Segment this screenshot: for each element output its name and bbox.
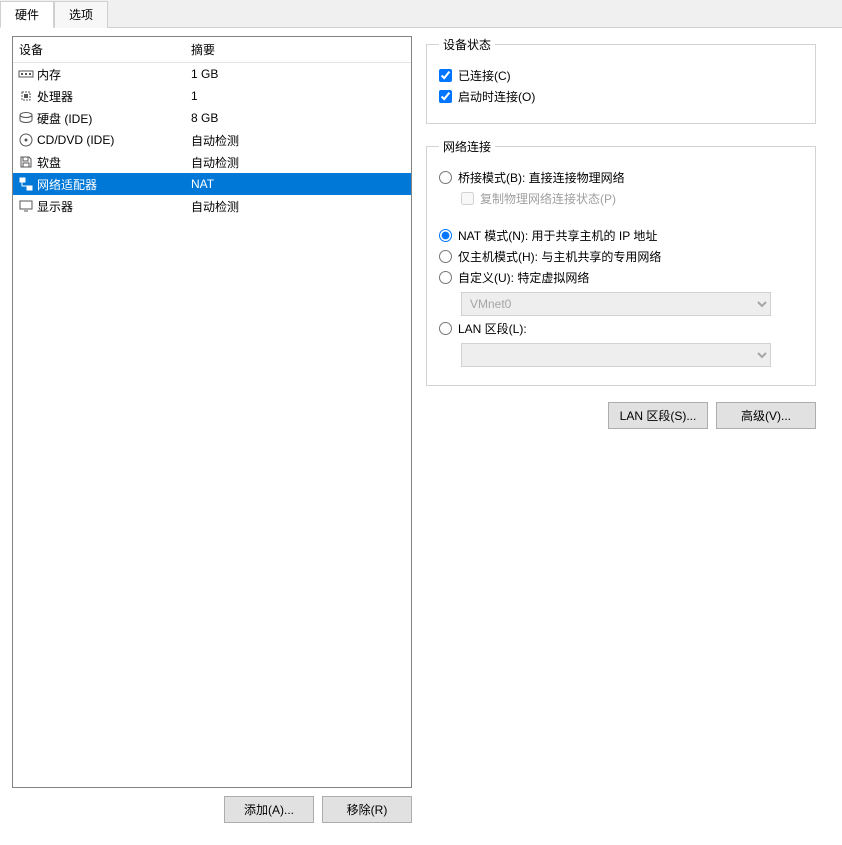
header-device[interactable]: 设备 (13, 37, 185, 62)
lanseg-select (461, 343, 771, 367)
add-button[interactable]: 添加(A)... (224, 796, 314, 823)
left-button-row: 添加(A)... 移除(R) (12, 796, 412, 823)
hw-label: 内存 (35, 66, 187, 83)
lanseg-radio-row[interactable]: LAN 区段(L): (439, 320, 803, 337)
cpu-icon (17, 88, 35, 104)
custom-radio-row[interactable]: 自定义(U): 特定虚拟网络 (439, 269, 803, 286)
monitor-icon (17, 198, 35, 214)
connect-at-power-row[interactable]: 启动时连接(O) (439, 88, 803, 105)
device-status-legend: 设备状态 (439, 36, 495, 53)
hw-label: 网络适配器 (35, 176, 187, 193)
nat-label: NAT 模式(N): 用于共享主机的 IP 地址 (458, 227, 657, 244)
connect-at-power-checkbox[interactable] (439, 90, 452, 103)
tab-options[interactable]: 选项 (54, 1, 108, 28)
hw-row-cd[interactable]: CD/DVD (IDE) 自动检测 (13, 129, 411, 151)
remove-button[interactable]: 移除(R) (322, 796, 412, 823)
network-connection-group: 网络连接 桥接模式(B): 直接连接物理网络 复制物理网络连接状态(P) NAT… (426, 138, 816, 386)
tab-hardware[interactable]: 硬件 (0, 1, 54, 28)
hw-label: 显示器 (35, 198, 187, 215)
network-icon (17, 176, 35, 192)
floppy-icon (17, 154, 35, 170)
hw-label: CD/DVD (IDE) (35, 133, 187, 147)
hw-row-network[interactable]: 网络适配器 NAT (13, 173, 411, 195)
left-pane: 设备 摘要 内存 1 GB 处理器 1 (12, 36, 412, 823)
lanseg-label: LAN 区段(L): (458, 320, 527, 337)
custom-label: 自定义(U): 特定虚拟网络 (458, 269, 589, 286)
hw-summary: 8 GB (187, 111, 407, 125)
bridged-radio-row[interactable]: 桥接模式(B): 直接连接物理网络 (439, 169, 803, 186)
hw-row-floppy[interactable]: 软盘 自动检测 (13, 151, 411, 173)
replicate-label: 复制物理网络连接状态(P) (480, 190, 616, 207)
hw-row-memory[interactable]: 内存 1 GB (13, 63, 411, 85)
connected-label: 已连接(C) (458, 67, 511, 84)
nat-radio-row[interactable]: NAT 模式(N): 用于共享主机的 IP 地址 (439, 227, 803, 244)
bridged-label: 桥接模式(B): 直接连接物理网络 (458, 169, 625, 186)
hostonly-radio[interactable] (439, 250, 452, 263)
hw-row-display[interactable]: 显示器 自动检测 (13, 195, 411, 217)
hostonly-label: 仅主机模式(H): 与主机共享的专用网络 (458, 248, 661, 265)
hw-summary: 1 (187, 89, 407, 103)
hw-summary: 自动检测 (187, 132, 407, 149)
device-status-group: 设备状态 已连接(C) 启动时连接(O) (426, 36, 816, 124)
connected-checkbox[interactable] (439, 69, 452, 82)
hardware-list-header: 设备 摘要 (13, 37, 411, 63)
right-pane: 设备状态 已连接(C) 启动时连接(O) 网络连接 桥接模式(B): 直接连接物… (426, 36, 816, 823)
hw-summary: 自动检测 (187, 198, 407, 215)
custom-vmnet-select: VMnet0 (461, 292, 771, 316)
hw-summary: 自动检测 (187, 154, 407, 171)
replicate-checkbox-row: 复制物理网络连接状态(P) (461, 190, 803, 207)
network-connection-legend: 网络连接 (439, 138, 495, 155)
bridged-radio[interactable] (439, 171, 452, 184)
content-area: 设备 摘要 内存 1 GB 处理器 1 (0, 28, 842, 835)
lanseg-radio[interactable] (439, 322, 452, 335)
disk-icon (17, 110, 35, 126)
custom-radio[interactable] (439, 271, 452, 284)
connect-at-power-label: 启动时连接(O) (458, 88, 535, 105)
bottom-button-row: LAN 区段(S)... 高级(V)... (426, 402, 816, 429)
hw-row-disk[interactable]: 硬盘 (IDE) 8 GB (13, 107, 411, 129)
hw-summary: NAT (187, 177, 407, 191)
hardware-list[interactable]: 设备 摘要 内存 1 GB 处理器 1 (12, 36, 412, 788)
replicate-checkbox (461, 192, 474, 205)
hw-label: 处理器 (35, 88, 187, 105)
nat-radio[interactable] (439, 229, 452, 242)
hw-summary: 1 GB (187, 67, 407, 81)
hw-label: 硬盘 (IDE) (35, 110, 187, 127)
hostonly-radio-row[interactable]: 仅主机模式(H): 与主机共享的专用网络 (439, 248, 803, 265)
hw-row-cpu[interactable]: 处理器 1 (13, 85, 411, 107)
cd-icon (17, 132, 35, 148)
connected-checkbox-row[interactable]: 已连接(C) (439, 67, 803, 84)
memory-icon (17, 67, 35, 81)
lan-segment-button[interactable]: LAN 区段(S)... (608, 402, 708, 429)
header-summary[interactable]: 摘要 (185, 37, 411, 62)
advanced-button[interactable]: 高级(V)... (716, 402, 816, 429)
hw-label: 软盘 (35, 154, 187, 171)
tab-bar: 硬件 选项 (0, 0, 842, 28)
